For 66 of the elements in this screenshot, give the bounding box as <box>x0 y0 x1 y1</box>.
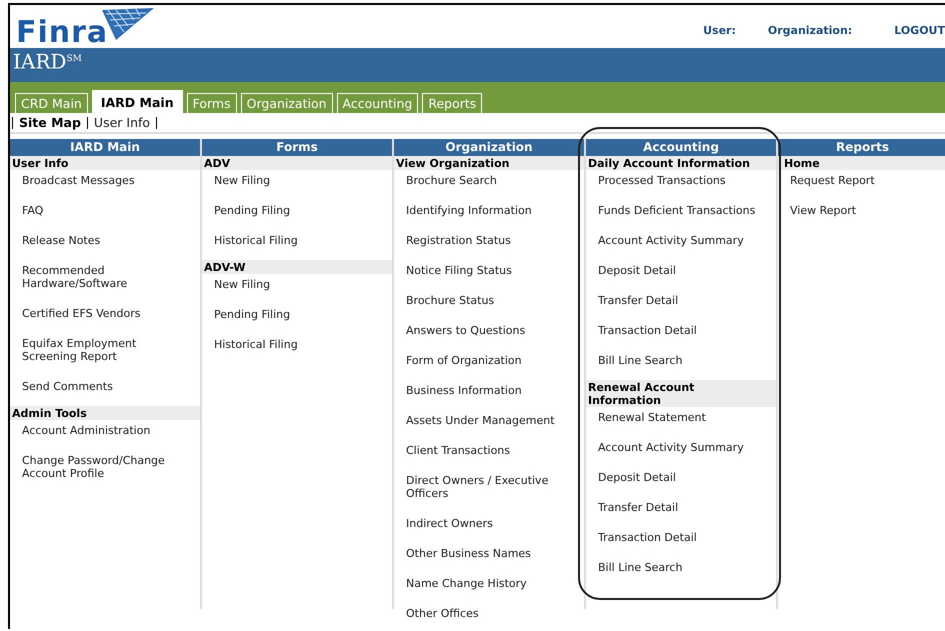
menu-link[interactable]: Account Activity Summary <box>586 437 776 467</box>
iard-banner: IARD$^{SM}$ <box>10 48 945 82</box>
subnav-link[interactable]: Site Map <box>12 116 87 128</box>
menu-link[interactable]: Indirect Owners <box>394 513 584 543</box>
menu-link[interactable]: Release Notes <box>10 230 200 260</box>
menu-link[interactable]: Historical Filing <box>202 334 392 364</box>
menu-link[interactable]: Bill Line Search <box>586 557 776 587</box>
column-header: Accounting <box>586 139 776 156</box>
menu-link[interactable]: Answers to Questions <box>394 320 584 350</box>
menu-link[interactable]: Deposit Detail <box>586 260 776 290</box>
menu-link[interactable]: Broadcast Messages <box>10 170 200 200</box>
menu-link[interactable]: Notice Filing Status <box>394 260 584 290</box>
menu-link[interactable]: Change Password/Change Account Profile <box>10 450 200 493</box>
menu-link[interactable]: Pending Filing <box>202 200 392 230</box>
section-heading: Admin Tools <box>10 406 200 420</box>
menu-link[interactable]: Certified EFS Vendors <box>10 303 200 333</box>
section-heading: Daily Account Information <box>586 156 776 170</box>
menu-link[interactable]: Form of Organization <box>394 350 584 380</box>
menu-link[interactable]: View Report <box>778 200 945 230</box>
logout-link[interactable]: LOGOUT <box>894 24 945 37</box>
user-label: Organization: <box>768 24 852 37</box>
menu-link[interactable]: Transaction Detail <box>586 320 776 350</box>
section-heading: View Organization <box>394 156 584 170</box>
menu-link[interactable]: Account Activity Summary <box>586 230 776 260</box>
menu-link[interactable]: Account Administration <box>10 420 200 450</box>
subnav-link[interactable]: User Info <box>86 116 158 128</box>
menu-link[interactable]: Send Comments <box>10 376 200 406</box>
menu-link[interactable]: Transfer Detail <box>586 497 776 527</box>
menu-link[interactable]: Pending Filing <box>202 304 392 334</box>
menu-link[interactable]: New Filing <box>202 170 392 200</box>
menu-link[interactable]: Assets Under Management <box>394 410 584 440</box>
menu-link[interactable]: Direct Owners / Executive Officers <box>394 470 584 513</box>
menu-link[interactable]: Other Offices <box>394 603 584 631</box>
user-label: User: <box>703 24 736 37</box>
menu-link[interactable]: Renewal Statement <box>586 407 776 437</box>
menu-link[interactable]: FAQ <box>10 200 200 230</box>
menu-link[interactable]: Other Business Names <box>394 543 584 573</box>
menu-link[interactable]: Brochure Status <box>394 290 584 320</box>
section-heading: Home <box>778 156 945 170</box>
menu-link[interactable]: Transaction Detail <box>586 527 776 557</box>
menu-link[interactable]: Bill Line Search <box>586 350 776 380</box>
column-header: Reports <box>778 139 945 156</box>
menu-link[interactable]: New Filing <box>202 274 392 304</box>
section-heading: User Info <box>10 156 200 170</box>
menu-link[interactable]: Historical Filing <box>202 230 392 260</box>
menu-link[interactable]: Business Information <box>394 380 584 410</box>
menu-link[interactable]: Registration Status <box>394 230 584 260</box>
menu-link[interactable]: Brochure Search <box>394 170 584 200</box>
menu-link[interactable]: Funds Deficient Transactions <box>586 200 776 230</box>
menu-link[interactable]: Recommended Hardware/Software <box>10 260 200 303</box>
section-heading: ADV <box>202 156 392 170</box>
menu-link[interactable]: Deposit Detail <box>586 467 776 497</box>
menu-link[interactable]: Name Change History <box>394 573 584 603</box>
column-header: IARD Main <box>10 139 200 156</box>
menu-link[interactable]: Request Report <box>778 170 945 200</box>
nav-tab[interactable]: IARD Main <box>92 90 183 113</box>
logo-text: Finra <box>16 18 108 48</box>
column-header: Organization <box>394 139 584 156</box>
menu-link[interactable]: Client Transactions <box>394 440 584 470</box>
section-heading: Renewal Account Information <box>586 380 776 407</box>
menu-link[interactable]: Equifax Employment Screening Report <box>10 333 200 376</box>
section-heading: ADV-W <box>202 260 392 274</box>
menu-link[interactable]: Identifying Information <box>394 200 584 230</box>
menu-link[interactable]: Processed Transactions <box>586 170 776 200</box>
menu-link[interactable]: Transfer Detail <box>586 290 776 320</box>
column-header: Forms <box>202 139 392 156</box>
